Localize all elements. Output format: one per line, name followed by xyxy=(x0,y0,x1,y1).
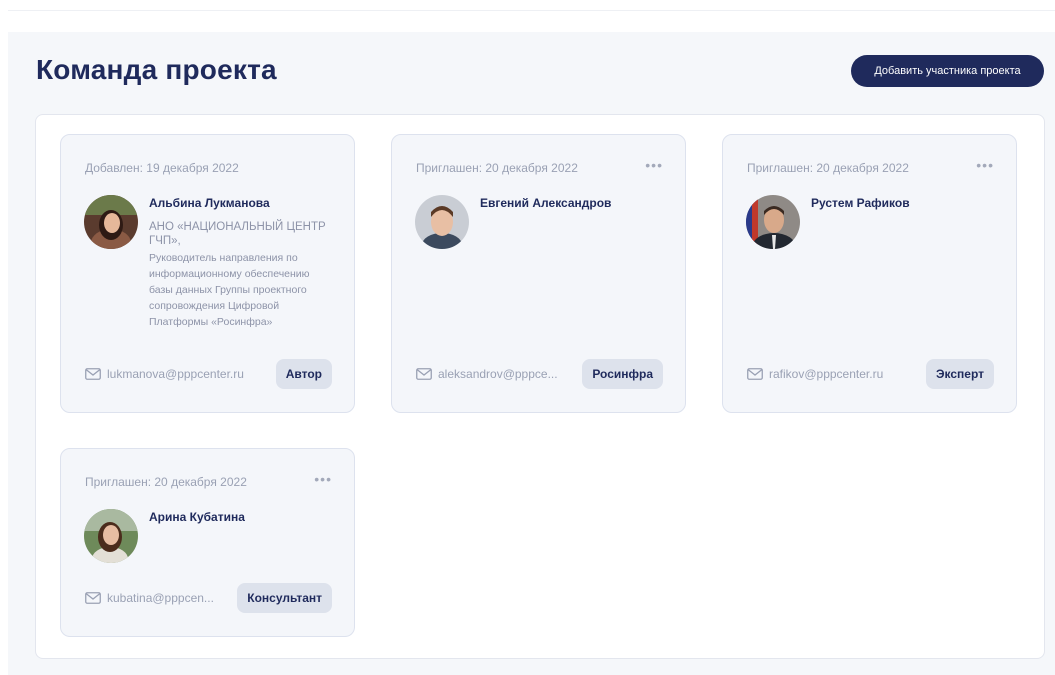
member-position: Руководитель направления по информационн… xyxy=(149,252,310,328)
member-card: Приглашен: 20 декабря 2022 ••• Евгений А… xyxy=(391,134,686,413)
member-email[interactable]: kubatina@pppcen... xyxy=(85,590,214,606)
mail-icon xyxy=(85,592,101,604)
member-card: Приглашен: 20 декабря 2022 ••• Арина Куб… xyxy=(60,448,355,637)
member-email-text: rafikov@pppcenter.ru xyxy=(769,367,884,381)
member-card: Добавлен: 19 декабря 2022 Альбина Лукман… xyxy=(60,134,355,413)
member-card: Приглашен: 20 декабря 2022 ••• Рустем Ра… xyxy=(722,134,1017,413)
role-badge: Консультант xyxy=(237,583,332,613)
member-name: Евгений Александров xyxy=(480,196,612,210)
member-email-text: aleksandrov@pppce... xyxy=(438,367,558,381)
page-title: Команда проекта xyxy=(36,54,277,85)
team-cards-container: Добавлен: 19 декабря 2022 Альбина Лукман… xyxy=(35,114,1045,659)
member-email[interactable]: lukmanova@pppcenter.ru xyxy=(85,366,244,382)
member-avatar xyxy=(84,195,138,249)
top-strip xyxy=(8,0,1055,11)
more-dots-icon[interactable]: ••• xyxy=(645,157,663,173)
team-panel: Команда проекта Добавить участника проек… xyxy=(8,32,1055,675)
member-date: Приглашен: 20 декабря 2022 xyxy=(85,475,247,489)
mail-icon xyxy=(747,368,763,380)
member-date: Приглашен: 20 декабря 2022 xyxy=(416,161,578,175)
mail-icon xyxy=(85,368,101,380)
more-dots-icon[interactable]: ••• xyxy=(976,157,994,173)
member-avatar xyxy=(746,195,800,249)
member-email[interactable]: rafikov@pppcenter.ru xyxy=(747,366,883,382)
member-email-text: kubatina@pppcen... xyxy=(107,591,214,605)
role-badge: Росинфра xyxy=(582,359,663,389)
member-name: Арина Кубатина xyxy=(149,510,245,524)
member-name: Альбина Лукманова xyxy=(149,196,270,210)
member-organization: АНО «НАЦИОНАЛЬНЫЙ ЦЕНТР ГЧП», xyxy=(149,221,326,247)
member-date: Добавлен: 19 декабря 2022 xyxy=(85,161,239,175)
more-dots-icon[interactable]: ••• xyxy=(314,471,332,487)
member-name: Рустем Рафиков xyxy=(811,196,910,210)
role-badge: Автор xyxy=(275,359,332,389)
member-avatar xyxy=(84,509,138,563)
member-avatar xyxy=(415,195,469,249)
member-date: Приглашен: 20 декабря 2022 xyxy=(747,161,909,175)
role-badge: Эксперт xyxy=(925,359,994,389)
mail-icon xyxy=(416,368,432,380)
add-member-button[interactable]: Добавить участника проекта xyxy=(851,55,1044,87)
member-email-text: lukmanova@pppcenter.ru xyxy=(107,367,244,381)
member-email[interactable]: aleksandrov@pppce... xyxy=(416,366,558,382)
